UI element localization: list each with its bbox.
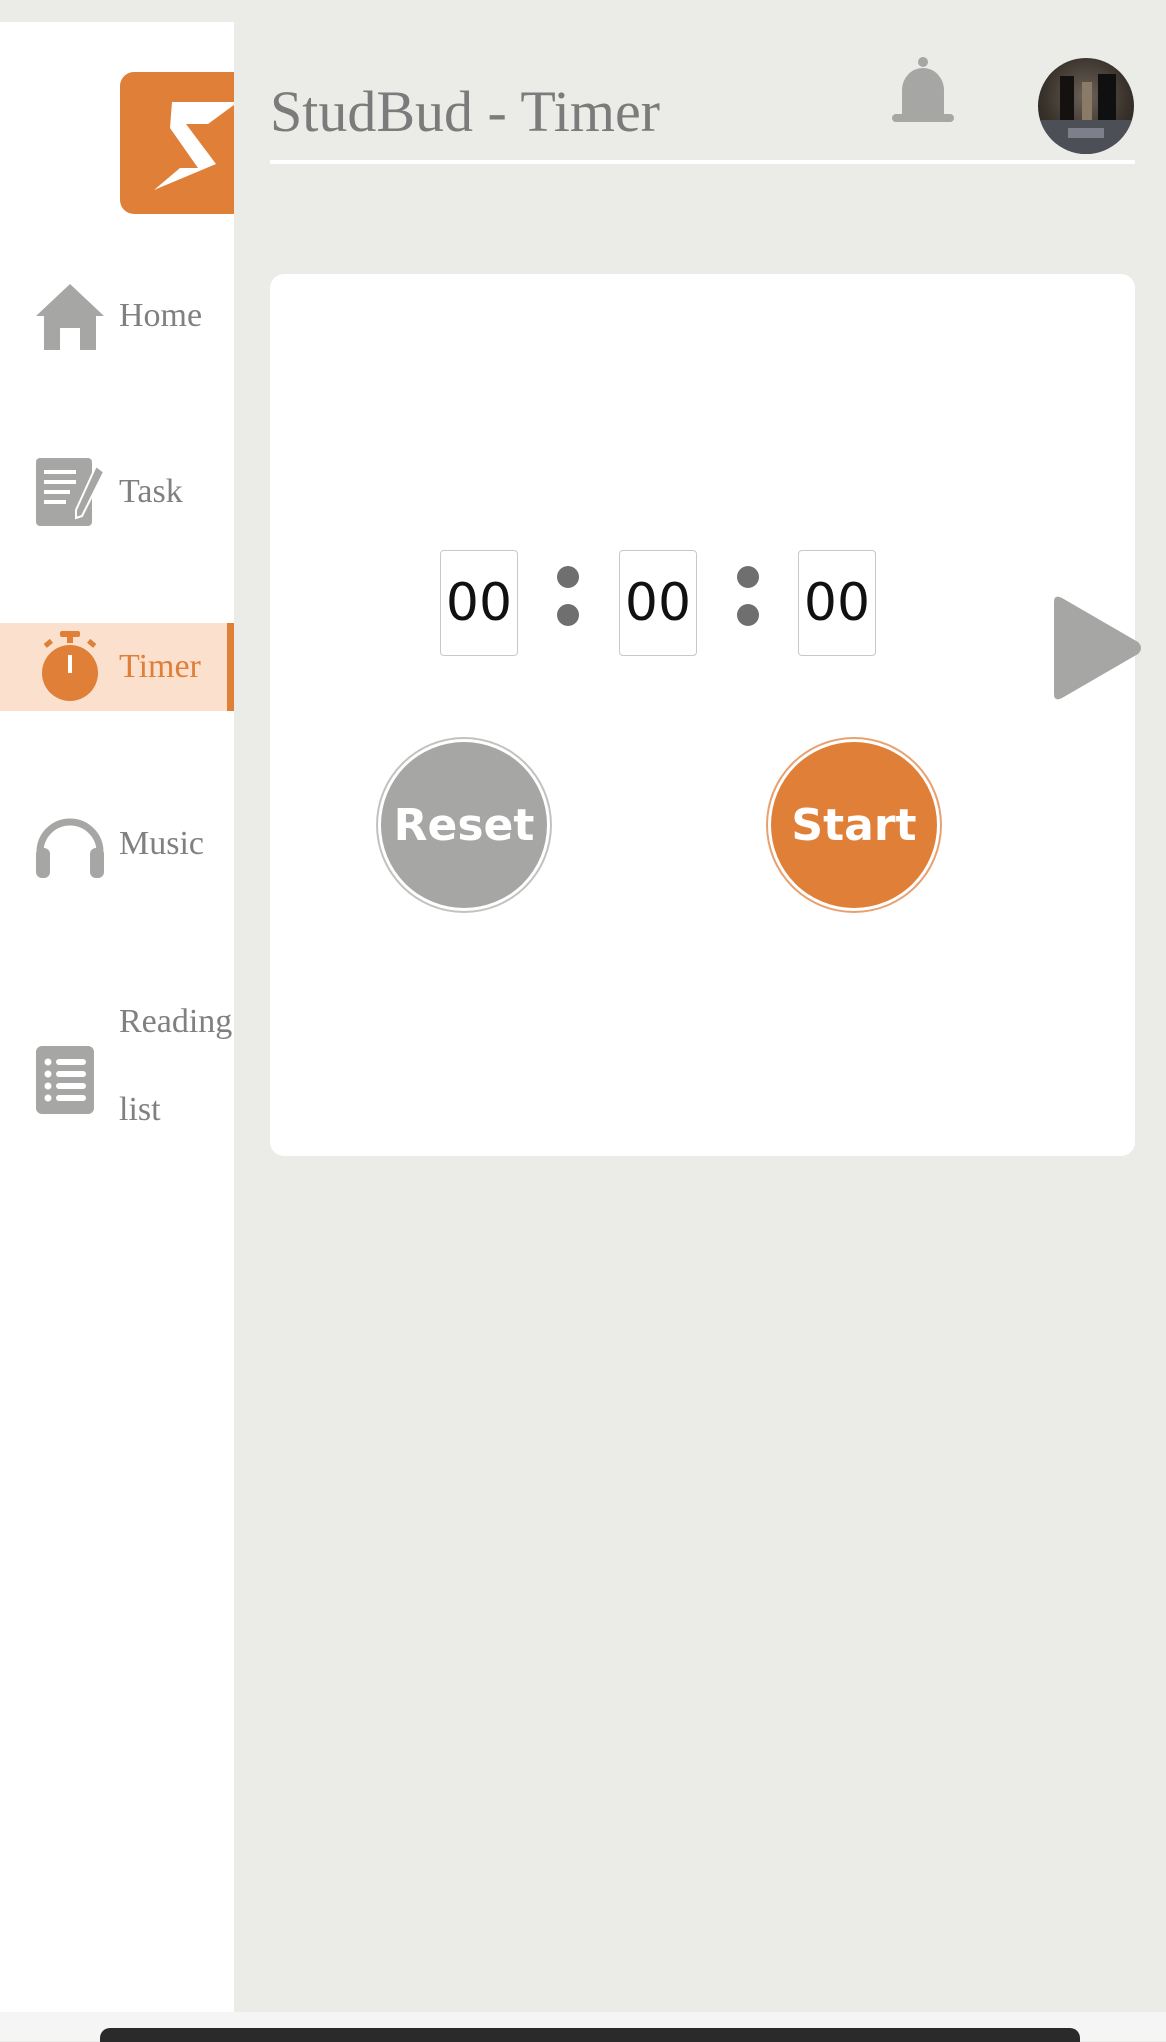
sidebar-item-timer[interactable]: Timer — [0, 623, 234, 711]
studbud-logo[interactable] — [120, 72, 234, 214]
next-arrow-button[interactable] — [1046, 594, 1142, 707]
sidebar-item-label: Task — [119, 473, 183, 510]
sidebar-item-label-line2: list — [119, 1091, 161, 1128]
stopwatch-icon — [34, 631, 106, 703]
sidebar-item-label: Home — [119, 297, 203, 334]
sidebar-item-label: Music — [119, 825, 204, 862]
sidebar-item-music[interactable]: Music — [0, 800, 234, 888]
sidebar-item-label-line1: Reading — [119, 1003, 233, 1040]
sidebar-item-label: Timer — [119, 648, 201, 685]
hours-display[interactable]: 00 — [440, 550, 518, 656]
timer-card — [270, 274, 1135, 1156]
colon-separator — [557, 566, 579, 626]
home-icon — [34, 280, 106, 352]
colon-separator — [737, 566, 759, 626]
title-divider — [270, 160, 1135, 164]
headphones-icon — [34, 808, 106, 880]
home-indicator — [100, 2028, 1080, 2042]
sidebar-item-reading-list[interactable]: Reading list — [0, 978, 234, 1154]
bell-icon — [892, 57, 954, 122]
reset-button[interactable]: Reset — [381, 742, 547, 908]
task-notes-icon — [34, 456, 106, 528]
sidebar: Home Task Timer Music Reading list — [0, 22, 234, 2012]
user-avatar-icon — [1038, 74, 1134, 154]
sidebar-item-task[interactable]: Task — [0, 448, 234, 536]
sidebar-item-home[interactable]: Home — [0, 272, 234, 360]
minutes-display[interactable]: 00 — [619, 550, 697, 656]
studbud-s-logo-icon — [154, 102, 234, 190]
avatar[interactable] — [1038, 58, 1134, 154]
list-icon — [34, 1044, 106, 1116]
play-next-icon — [1054, 596, 1141, 700]
page-title: StudBud - Timer — [270, 79, 660, 144]
start-button[interactable]: Start — [771, 742, 937, 908]
notification-button[interactable] — [888, 56, 958, 139]
bottom-system-bar — [0, 2012, 1166, 2042]
seconds-display[interactable]: 00 — [798, 550, 876, 656]
